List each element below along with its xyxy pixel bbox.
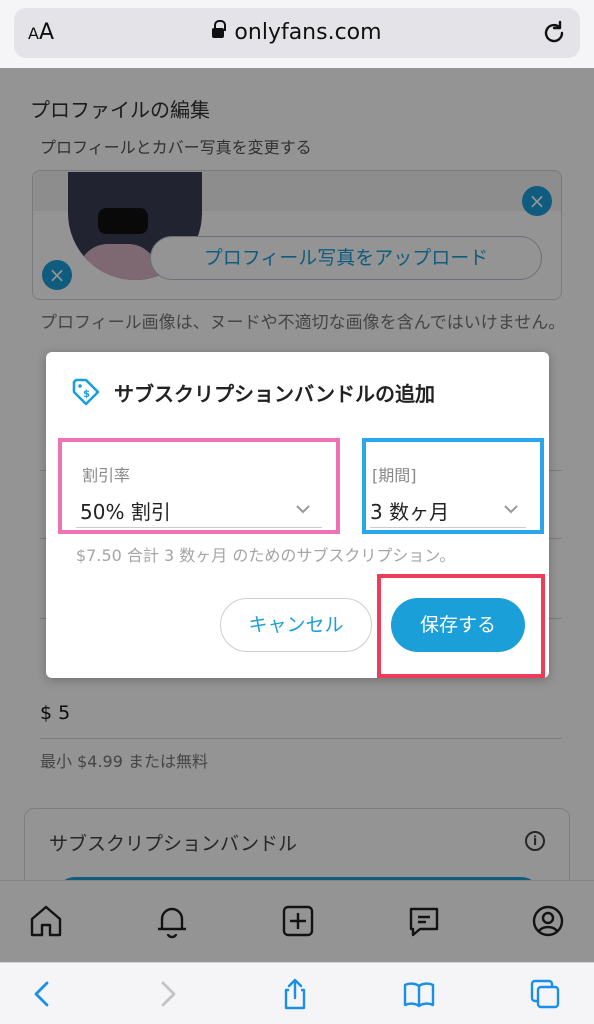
period-select[interactable]: [期間] 3 数ヶ月 — [362, 438, 544, 534]
chevron-down-icon — [504, 505, 518, 514]
period-label: [期間] — [372, 466, 417, 485]
save-button[interactable]: 保存する — [391, 598, 525, 652]
dialog-title: サブスクリプションバンドルの追加 — [114, 382, 435, 406]
share-icon[interactable] — [278, 977, 312, 1011]
chevron-down-icon — [296, 505, 310, 514]
bookmarks-icon[interactable] — [402, 977, 436, 1011]
tabs-icon[interactable] — [528, 977, 562, 1011]
bundle-total-helper: $7.50 合計 3 数ヶ月 のためのサブスクリプション。 — [76, 546, 456, 565]
url-text: onlyfans.com — [234, 20, 382, 45]
url-field[interactable]: AA onlyfans.com — [14, 8, 580, 58]
period-value: 3 数ヶ月 — [370, 500, 450, 524]
cancel-button[interactable]: キャンセル — [220, 598, 372, 652]
browser-address-bar: AA onlyfans.com — [0, 0, 594, 68]
back-icon[interactable] — [26, 977, 60, 1011]
add-subscription-bundle-dialog: $ サブスクリプションバンドルの追加 割引率 50% 割引 [期間] 3 数ヶ月… — [46, 352, 549, 678]
url-display[interactable]: onlyfans.com — [14, 20, 580, 45]
save-button-highlight: 保存する — [377, 574, 545, 678]
browser-toolbar — [0, 962, 594, 1024]
discount-label: 割引率 — [82, 466, 131, 485]
svg-text:$: $ — [83, 389, 90, 400]
forward-icon[interactable] — [150, 977, 184, 1011]
price-tag-icon: $ — [72, 378, 100, 406]
discount-value: 50% 割引 — [80, 500, 171, 524]
discount-select[interactable]: 割引率 50% 割引 — [58, 438, 340, 534]
reload-icon[interactable] — [540, 19, 568, 47]
lock-icon — [212, 20, 227, 38]
